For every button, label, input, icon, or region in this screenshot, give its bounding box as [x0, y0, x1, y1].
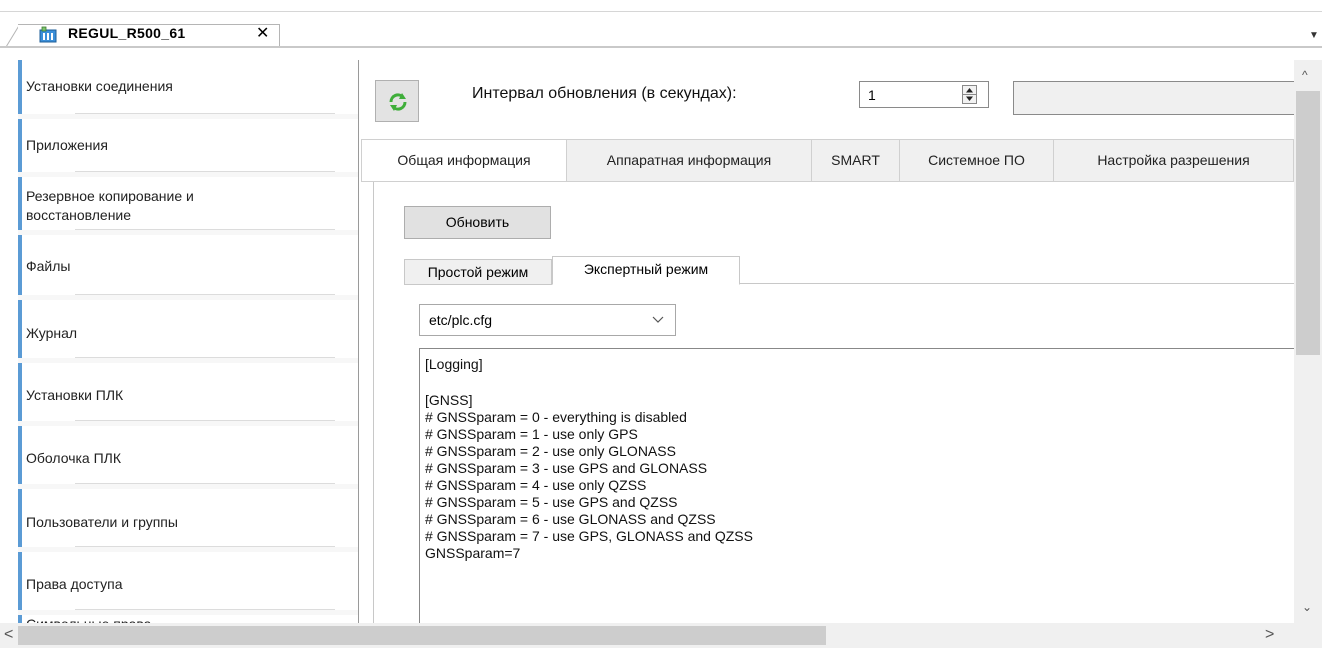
- sidebar-item-files[interactable]: Файлы: [18, 235, 358, 295]
- sidebar-item-users-groups[interactable]: Пользователи и группы: [18, 489, 358, 547]
- sidebar-item-plc-shell[interactable]: Оболочка ПЛК: [18, 426, 358, 484]
- close-icon[interactable]: ✕: [256, 25, 269, 43]
- divider: [75, 483, 335, 484]
- horizontal-scrollbar[interactable]: < >: [0, 623, 1294, 648]
- tab-system-software[interactable]: Системное ПО: [900, 139, 1054, 182]
- spin-buttons[interactable]: [962, 85, 977, 104]
- sidebar-item-accent: [18, 426, 22, 484]
- sidebar-item-label: Символьные права: [26, 615, 151, 623]
- interval-spinbox[interactable]: 1: [859, 81, 989, 108]
- divider: [0, 46, 1322, 48]
- tab-smart[interactable]: SMART: [812, 139, 900, 182]
- config-line: [Logging]: [425, 356, 483, 372]
- sidebar-item-accent: [18, 615, 22, 623]
- config-line: [GNSS]: [425, 392, 473, 408]
- sidebar-item-label: Резервное копирование и восстановление: [26, 188, 194, 223]
- sidebar-item-label: Установки соединения: [26, 78, 173, 94]
- sidebar-item-label: Права доступа: [26, 576, 123, 592]
- tab-list-dropdown-icon[interactable]: ▼: [1309, 30, 1319, 41]
- sidebar-item-accent: [18, 119, 22, 172]
- tab-permission-settings[interactable]: Настройка разрешения: [1054, 139, 1294, 182]
- sidebar-item-accent: [18, 363, 22, 421]
- refresh-icon: [389, 93, 407, 111]
- status-field: [1013, 81, 1294, 115]
- interval-label: Интервал обновления (в секундах):: [472, 85, 737, 102]
- sidebar-item-log[interactable]: Журнал: [18, 300, 358, 358]
- config-line: # GNSSparam = 5 - use GPS and QZSS: [425, 494, 678, 510]
- sidebar-item-accent: [18, 177, 22, 230]
- config-file-value: etc/plc.cfg: [429, 312, 493, 328]
- spin-arrows-icon: [963, 88, 976, 101]
- mode-tab-bar: Простой режим Экспертный режим: [404, 256, 1294, 285]
- config-line: # GNSSparam = 1 - use only GPS: [425, 426, 638, 442]
- sidebar-item-applications[interactable]: Приложения: [18, 119, 358, 172]
- sidebar: Установки соединения Приложения Резервно…: [18, 60, 359, 623]
- vertical-scrollbar[interactable]: ^ ⌄: [1294, 60, 1322, 623]
- divider: [75, 171, 335, 172]
- scroll-right-icon[interactable]: >: [1265, 626, 1274, 644]
- sidebar-item-backup[interactable]: Резервное копирование и восстановление: [18, 177, 358, 230]
- interval-value[interactable]: 1: [868, 87, 876, 103]
- sidebar-item-label: Журнал: [26, 325, 78, 341]
- config-line: # GNSSparam = 2 - use only GLONASS: [425, 443, 676, 459]
- divider: [75, 229, 335, 230]
- tab-simple-mode[interactable]: Простой режим: [404, 259, 552, 285]
- document-tab-bar: REGUL_R500_61 ✕ ▼: [0, 0, 1322, 48]
- sidebar-item-label: Приложения: [26, 137, 108, 153]
- config-line: # GNSSparam = 3 - use GPS and GLONASS: [425, 460, 708, 476]
- scroll-left-icon[interactable]: <: [4, 626, 13, 644]
- scroll-up-icon[interactable]: ^: [1302, 68, 1308, 82]
- sidebar-item-label: Установки ПЛК: [26, 387, 124, 403]
- sidebar-item-label: Оболочка ПЛК: [26, 450, 121, 466]
- document-tab-title: REGUL_R500_61: [68, 25, 186, 41]
- divider: [0, 11, 1322, 12]
- refresh-button[interactable]: [375, 80, 419, 122]
- config-file-select[interactable]: etc/plc.cfg: [419, 304, 676, 336]
- divider: [75, 357, 335, 358]
- scroll-down-icon[interactable]: ⌄: [1302, 600, 1312, 614]
- scrollbar-corner: [1294, 623, 1322, 648]
- sidebar-item-symbol-rights[interactable]: Символьные права: [18, 615, 358, 623]
- config-line: # GNSSparam = 6 - use GLONASS and QZSS: [425, 511, 716, 527]
- tab-expert-mode[interactable]: Экспертный режим: [552, 256, 740, 285]
- sidebar-item-accent: [18, 300, 22, 358]
- divider: [75, 609, 335, 610]
- chevron-down-icon: [652, 316, 664, 323]
- divider: [75, 294, 335, 295]
- tab-general-info[interactable]: Общая информация: [361, 139, 567, 182]
- main-tab-bar: Общая информация Аппаратная информация S…: [361, 139, 1294, 182]
- sidebar-item-accent: [18, 60, 22, 114]
- sidebar-item-accent: [18, 235, 22, 295]
- config-line: GNSSparam=7: [425, 545, 521, 561]
- divider: [75, 113, 335, 114]
- horizontal-scroll-thumb[interactable]: [18, 626, 826, 645]
- sidebar-item-label: Пользователи и группы: [26, 514, 178, 530]
- config-text-editor[interactable]: [Logging] [GNSS] # GNSSparam = 0 - every…: [419, 348, 1294, 623]
- update-button[interactable]: Обновить: [404, 206, 551, 239]
- sidebar-item-plc-settings[interactable]: Установки ПЛК: [18, 363, 358, 421]
- sidebar-item-label: Файлы: [26, 258, 71, 274]
- divider: [75, 420, 335, 421]
- tab-content: Обновить Простой режим Экспертный режим …: [373, 182, 1294, 623]
- config-line: # GNSSparam = 7 - use GPS, GLONASS and Q…: [425, 528, 753, 544]
- config-line: # GNSSparam = 0 - everything is disabled: [425, 409, 687, 425]
- tab-hardware-info[interactable]: Аппаратная информация: [567, 139, 812, 182]
- divider: [75, 546, 335, 547]
- plc-device-icon: [39, 26, 57, 43]
- vertical-scroll-thumb[interactable]: [1296, 91, 1320, 355]
- sidebar-item-connection[interactable]: Установки соединения: [18, 60, 358, 114]
- config-line: # GNSSparam = 4 - use only QZSS: [425, 477, 647, 493]
- main-panel: Интервал обновления (в секундах): 1 Обща…: [361, 60, 1294, 623]
- app-window: REGUL_R500_61 ✕ ▼ Установки соединения П…: [0, 0, 1322, 648]
- sidebar-item-accent: [18, 489, 22, 547]
- sidebar-item-access-rights[interactable]: Права доступа: [18, 552, 358, 610]
- sidebar-item-accent: [18, 552, 22, 610]
